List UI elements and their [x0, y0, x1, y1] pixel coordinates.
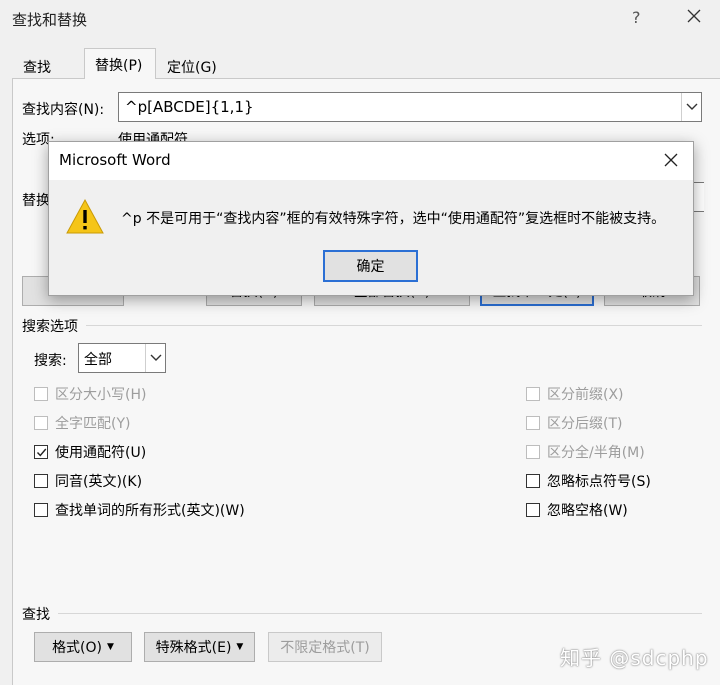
match-case-checkbox[interactable]: 区分大小写(H) — [34, 384, 146, 404]
chevron-down-icon — [686, 103, 697, 110]
tab-strip: 查找(D) 替换(P) 定位(G) — [12, 48, 720, 93]
dialog-header: Microsoft Word — [49, 142, 693, 180]
divider — [58, 613, 702, 614]
checkbox-box — [526, 387, 540, 401]
find-input-value: ^p[ABCDE]{1,1} — [125, 98, 254, 116]
search-scope-label: 搜索: — [34, 353, 67, 369]
dropdown-arrow-icon: ▼ — [236, 642, 244, 652]
watermark: 知乎 @sdcphp — [560, 646, 709, 670]
checkbox-box — [34, 416, 48, 430]
match-prefix-checkbox[interactable]: 区分前缀(X) — [526, 384, 624, 404]
help-button[interactable]: ? — [632, 8, 641, 27]
match-suffix-checkbox[interactable]: 区分后缀(T) — [526, 413, 622, 433]
divider — [86, 325, 702, 326]
sounds-like-checkbox[interactable]: 同音(英文)(K) — [34, 471, 142, 491]
find-section-heading: 查找 — [22, 607, 50, 623]
checkbox-box — [34, 503, 48, 517]
all-word-forms-checkbox[interactable]: 查找单词的所有形式(英文)(W) — [34, 500, 245, 520]
search-scope-value: 全部 — [84, 352, 112, 368]
chevron-down-icon — [150, 354, 161, 361]
close-icon — [664, 153, 678, 167]
search-scope-select[interactable]: 全部 — [78, 343, 166, 373]
tab-find[interactable]: 查找(D) — [12, 53, 82, 93]
dropdown-arrow-icon: ▼ — [107, 642, 114, 652]
checkbox-box — [526, 445, 540, 459]
ignore-whitespace-checkbox[interactable]: 忽略空格(W) — [526, 500, 628, 520]
ok-button[interactable]: 确定 — [323, 250, 418, 282]
use-wildcards-checkbox[interactable]: 使用通配符(U) — [34, 442, 146, 462]
checkbox-box — [34, 387, 48, 401]
find-input[interactable]: ^p[ABCDE]{1,1} — [118, 92, 702, 122]
ignore-punctuation-checkbox[interactable]: 忽略标点符号(S) — [526, 471, 651, 491]
close-window-button[interactable] — [684, 6, 704, 26]
whole-word-checkbox[interactable]: 全字匹配(Y) — [34, 413, 130, 433]
error-dialog: Microsoft Word ^p 不是可用于“查找内容”框的有效特殊字符，选中… — [48, 141, 694, 296]
search-scope-dropdown[interactable] — [145, 344, 165, 372]
warning-icon — [66, 198, 104, 234]
match-width-checkbox[interactable]: 区分全/半角(M) — [526, 442, 645, 462]
tab-goto[interactable]: 定位(G) — [156, 53, 228, 78]
find-history-dropdown[interactable] — [681, 93, 701, 121]
close-icon — [687, 9, 701, 23]
checkbox-box — [34, 445, 48, 459]
checkbox-box — [526, 503, 540, 517]
checkmark-icon — [36, 448, 47, 457]
tab-replace[interactable]: 替换(P) — [84, 48, 156, 79]
checkbox-box — [34, 474, 48, 488]
search-options-heading: 搜索选项 — [22, 319, 78, 335]
special-button[interactable]: 特殊格式(E) ▼ — [144, 632, 255, 662]
dialog-close-button[interactable] — [663, 152, 679, 168]
dialog-title: Microsoft Word — [59, 151, 171, 169]
checkbox-box — [526, 474, 540, 488]
format-button[interactable]: 格式(O) ▼ — [34, 632, 132, 662]
checkbox-box — [526, 416, 540, 430]
dialog-message: ^p 不是可用于“查找内容”框的有效特殊字符，选中“使用通配符”复选框时不能被支… — [121, 211, 666, 227]
replace-label: 替换 — [22, 193, 50, 209]
no-formatting-button[interactable]: 不限定格式(T) — [268, 632, 382, 662]
find-label: 查找内容(N): — [22, 102, 105, 118]
window-title: 查找和替换 — [12, 11, 88, 29]
